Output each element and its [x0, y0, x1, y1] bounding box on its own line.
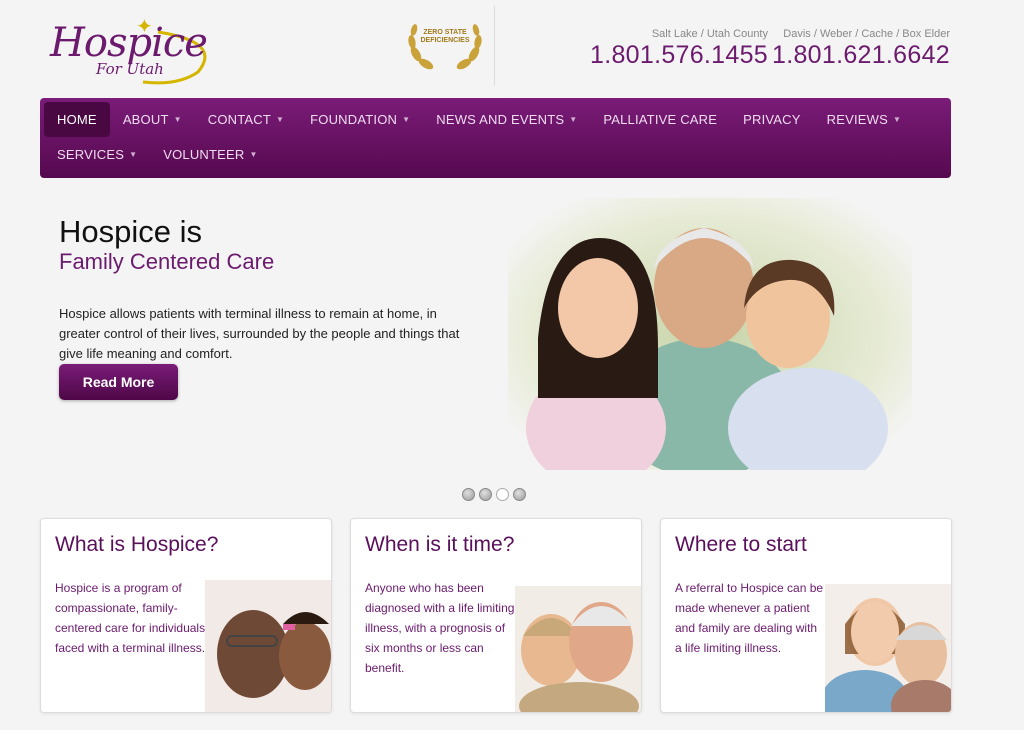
nav-item-volunteer[interactable]: VOLUNTEER ▼: [150, 137, 270, 172]
logo-subtext: For Utah: [96, 60, 164, 78]
nav-item-palliative-care[interactable]: PALLIATIVE CARE: [590, 102, 730, 137]
logo[interactable]: ✦ Hospice For Utah: [48, 14, 218, 85]
nav-item-about[interactable]: ABOUT ▼: [110, 102, 195, 137]
slider-dot[interactable]: [513, 488, 526, 501]
card-when-is-it-time[interactable]: When is it time? Anyone who has been dia…: [350, 518, 642, 713]
phone-area-label: Davis / Weber / Cache / Box Elder: [783, 28, 950, 40]
slider-dot[interactable]: [496, 488, 509, 501]
phone-number[interactable]: 1.801.621.6642: [772, 41, 950, 70]
card-photo: [515, 586, 641, 712]
caret-down-icon: ▼: [173, 115, 182, 124]
card-body: Anyone who has been diagnosed with a lif…: [365, 581, 515, 675]
card-body: Hospice is a program of compassionate, f…: [55, 581, 206, 655]
read-more-button[interactable]: Read More: [59, 364, 178, 400]
nav-item-label: ABOUT: [122, 112, 169, 127]
nav-item-services[interactable]: SERVICES ▼: [44, 137, 150, 172]
nav-item-label: FOUNDATION: [310, 112, 398, 127]
phone-area-label: Salt Lake / Utah County: [651, 28, 768, 40]
award-text: ZERO STATE DEFICIENCIES: [420, 29, 470, 44]
hero-title: Hospice is: [59, 214, 202, 249]
nav-item-foundation[interactable]: FOUNDATION ▼: [297, 102, 423, 137]
nav-item-label: PRIVACY: [743, 112, 801, 127]
card-body: A referral to Hospice can be made whenev…: [675, 581, 824, 655]
phone-salt-lake[interactable]: Salt Lake / Utah County 1.801.576.1455: [590, 28, 768, 70]
nav-item-privacy[interactable]: PRIVACY: [730, 102, 814, 137]
hero-text: Hospice is Family Centered Care Hospice …: [59, 214, 489, 364]
nav-item-reviews[interactable]: REVIEWS ▼: [814, 102, 914, 137]
caret-down-icon: ▼: [892, 115, 902, 124]
caret-down-icon: ▼: [249, 150, 258, 159]
nav-row: HOME ABOUT ▼ CONTACT ▼ FOUNDATION ▼ NEWS AND EV…: [44, 102, 947, 137]
hero-family-photo: [508, 198, 912, 470]
caret-down-icon: ▼: [276, 115, 285, 124]
nav-item-label: VOLUNTEER: [163, 147, 245, 162]
hero-subtitle: Family Centered Care: [59, 249, 275, 274]
nav-item-label: SERVICES: [57, 147, 125, 162]
nav-item-label: HOME: [57, 112, 97, 127]
nav-item-label: CONTACT: [207, 112, 271, 127]
nav-row: SERVICES ▼ VOLUNTEER ▼: [44, 137, 947, 172]
caret-down-icon: ▼: [569, 115, 578, 124]
card-where-to-start[interactable]: Where to start A referral to Hospice can…: [660, 518, 952, 713]
card-title[interactable]: Where to start: [675, 533, 807, 557]
slider-dot[interactable]: [462, 488, 475, 501]
hero-body: Hospice allows patients with terminal il…: [59, 306, 460, 361]
card-photo: [205, 580, 331, 712]
card-what-is-hospice[interactable]: What is Hospice? Hospice is a program of…: [40, 518, 332, 713]
phone-davis[interactable]: Davis / Weber / Cache / Box Elder 1.801.…: [772, 28, 950, 70]
card-title[interactable]: When is it time?: [365, 533, 514, 557]
nav-item-label: PALLIATIVE CARE: [603, 112, 718, 127]
nav-item-news-and-events[interactable]: NEWS AND EVENTS ▼: [423, 102, 590, 137]
nav-item-home[interactable]: HOME: [44, 102, 110, 137]
award-badge: ZERO STATE DEFICIENCIES: [402, 14, 488, 76]
main-nav: HOME ABOUT ▼ CONTACT ▼ FOUNDATION ▼ NEWS AND EV…: [40, 98, 951, 178]
nav-item-label: REVIEWS: [826, 112, 888, 127]
nav-item-label: NEWS AND EVENTS: [436, 112, 565, 127]
slider-dots: [462, 488, 526, 501]
caret-down-icon: ▼: [402, 115, 411, 124]
slider-dot[interactable]: [479, 488, 492, 501]
header-divider: [494, 6, 495, 86]
phone-number[interactable]: 1.801.576.1455: [590, 41, 768, 70]
card-photo: [825, 584, 951, 712]
caret-down-icon: ▼: [129, 150, 138, 159]
card-title[interactable]: What is Hospice?: [55, 533, 218, 557]
nav-item-contact[interactable]: CONTACT ▼: [195, 102, 297, 137]
laurel-icon: [408, 24, 482, 70]
